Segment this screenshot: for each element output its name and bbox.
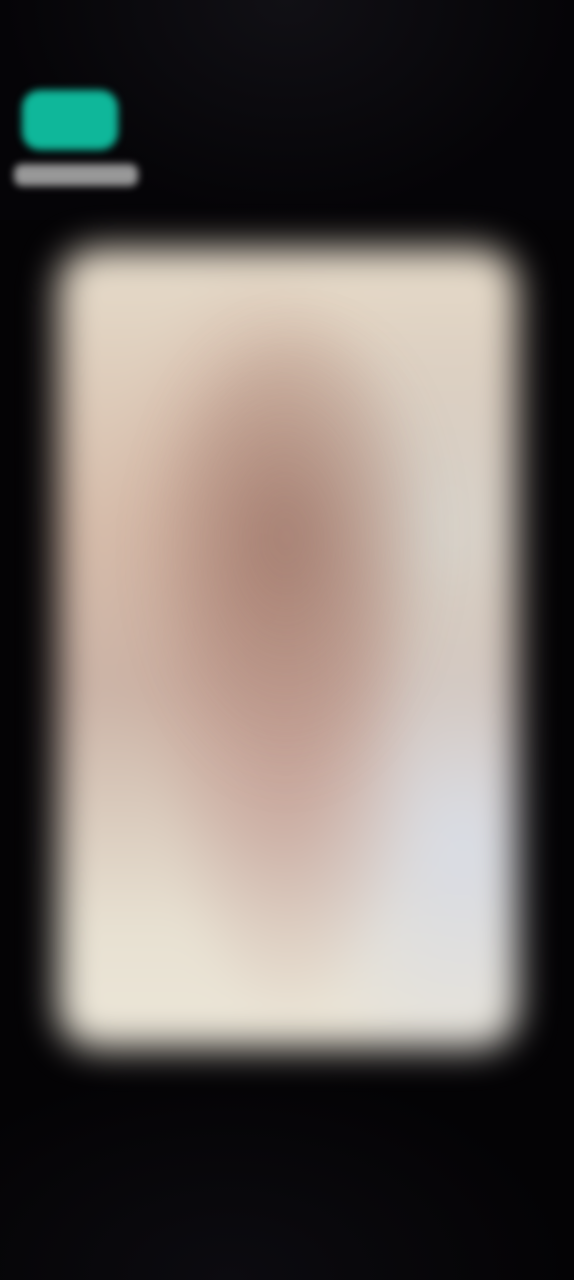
media-viewer-screen	[0, 0, 574, 1280]
bottom-scrim	[0, 1060, 574, 1280]
app-logo-icon	[22, 90, 118, 150]
media-preview-subject	[160, 330, 440, 790]
app-logo	[14, 84, 138, 194]
app-logo-wordmark	[14, 164, 138, 186]
